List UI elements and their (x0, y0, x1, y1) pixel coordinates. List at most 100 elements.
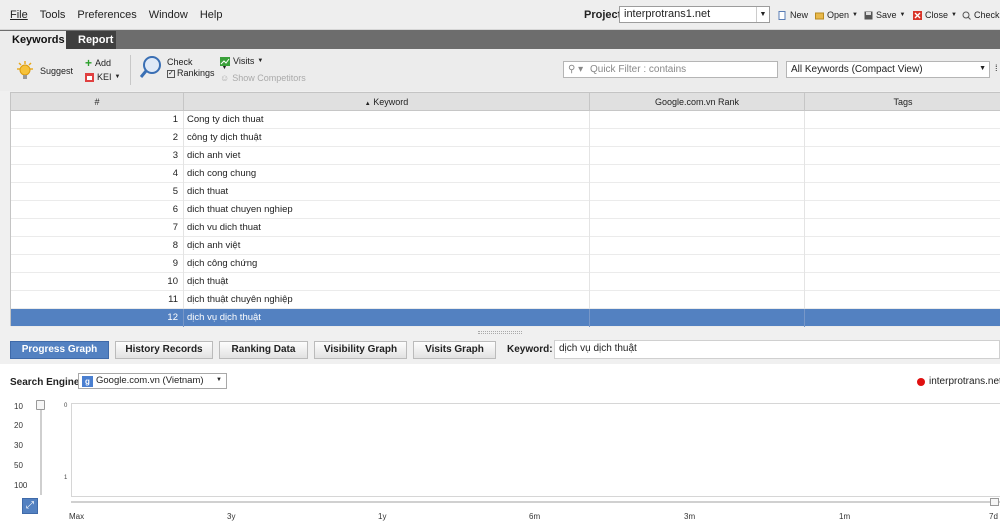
visits-button[interactable]: Visits ▼ (220, 56, 263, 66)
close-button[interactable]: Close ▼ (913, 10, 957, 20)
tab-progress-graph[interactable]: Progress Graph (10, 341, 109, 359)
cell-rank (590, 201, 805, 219)
kei-button[interactable]: KEI ▼ (85, 72, 120, 82)
time-label-1y[interactable]: 1y (378, 512, 386, 521)
time-range-slider-track[interactable] (71, 501, 1000, 503)
view-select-value: All Keywords (Compact View) (791, 64, 923, 75)
time-label-7d[interactable]: 7d (989, 512, 998, 521)
cell-number: 9 (11, 255, 184, 273)
close-icon (913, 10, 922, 20)
chevron-down-icon: ▼ (979, 65, 986, 72)
time-label-3m[interactable]: 3m (684, 512, 695, 521)
menu-tools[interactable]: Tools (40, 9, 66, 21)
check-menu-button[interactable]: Check (962, 10, 1000, 20)
new-button[interactable]: New (778, 10, 808, 20)
column-header-number[interactable]: # (11, 93, 184, 111)
fit-zoom-icon[interactable]: ⤢ (22, 498, 38, 514)
cell-number: 8 (11, 237, 184, 255)
cell-rank (590, 111, 805, 129)
table-row[interactable]: 8 dịch anh việt (11, 237, 1000, 255)
add-button[interactable]: + Add (85, 56, 111, 70)
cell-number: 7 (11, 219, 184, 237)
open-button[interactable]: Open ▼ (815, 10, 858, 20)
time-label-3y[interactable]: 3y (227, 512, 235, 521)
cell-rank (590, 309, 805, 327)
time-label-1m[interactable]: 1m (839, 512, 850, 521)
time-label-max[interactable]: Max (69, 512, 84, 521)
chevron-down-icon: ▼ (257, 58, 264, 64)
table-row[interactable]: 3 dich anh viet (11, 147, 1000, 165)
cell-rank (590, 165, 805, 183)
project-select[interactable]: interprotrans1.net ▼ (619, 6, 770, 23)
cell-number: 10 (11, 273, 184, 291)
table-row[interactable]: 9 dịch công chứng (11, 255, 1000, 273)
tab-visibility-graph[interactable]: Visibility Graph (314, 341, 407, 359)
keywords-table: # ▲ Keyword Google.com.vn Rank Tags 1 Con… (10, 92, 1000, 327)
cell-tags (805, 309, 1000, 327)
table-row[interactable]: 11 dịch thuật chuyên nghiệp (11, 291, 1000, 309)
check-rankings-label-1: Check (167, 57, 193, 67)
scale-slider-handle[interactable] (36, 400, 45, 410)
cell-keyword: Cong ty dich thuat (184, 111, 590, 129)
pane-splitter-handle[interactable] (478, 331, 522, 334)
quick-filter-input[interactable]: ⚲ ▾ Quick Filter : contains (563, 61, 778, 78)
table-row[interactable]: 5 dich thuat (11, 183, 1000, 201)
menu-window[interactable]: Window (149, 9, 188, 21)
settings-icon[interactable]: ⁞ (995, 63, 998, 73)
scale-level-20: 20 (14, 421, 23, 430)
chevron-down-icon: ▼ (899, 12, 906, 18)
toolbar-separator (130, 55, 131, 85)
tab-keywords[interactable]: Keywords (0, 31, 66, 49)
cell-tags (805, 129, 1000, 147)
view-select[interactable]: All Keywords (Compact View) ▼ (786, 61, 990, 78)
folder-icon (815, 12, 824, 19)
cell-number: 4 (11, 165, 184, 183)
new-document-icon (778, 10, 786, 20)
chevron-down-icon: ▼ (216, 377, 222, 383)
table-row[interactable]: 1 Cong ty dich thuat (11, 111, 1000, 129)
table-row[interactable]: 10 dịch thuật (11, 273, 1000, 291)
show-competitors-button[interactable]: ☺ Show Competitors (220, 73, 306, 83)
cell-rank (590, 147, 805, 165)
cell-number: 12 (11, 309, 184, 327)
checkbox-icon[interactable]: ✓ (167, 69, 175, 78)
table-row[interactable]: 6 dich thuat chuyen nghiep (11, 201, 1000, 219)
table-row[interactable]: 2 công ty dịch thuật (11, 129, 1000, 147)
cell-tags (805, 183, 1000, 201)
chevron-down-icon: ▼ (114, 74, 121, 80)
check-rankings-label-2: Rankings (177, 68, 215, 78)
menu-preferences[interactable]: Preferences (77, 9, 136, 21)
scale-level-30: 30 (14, 441, 23, 450)
cell-keyword: dịch thuật chuyên nghiệp (184, 291, 590, 309)
cell-keyword: dich cong chung (184, 165, 590, 183)
column-header-keyword-label: Keyword (373, 97, 409, 107)
check-rankings-button[interactable]: Check ✓ Rankings ▼ (140, 55, 227, 81)
time-range-slider-handle[interactable] (990, 498, 999, 506)
save-button[interactable]: Save ▼ (864, 10, 905, 20)
search-engine-select[interactable]: g Google.com.vn (Vietnam) ▼ (78, 373, 227, 389)
tab-visits-graph[interactable]: Visits Graph (413, 341, 496, 359)
cell-rank (590, 291, 805, 309)
legend-dot-icon (917, 377, 925, 386)
column-header-keyword[interactable]: ▲ Keyword (184, 93, 590, 111)
cell-keyword: dich thuat chuyen nghiep (184, 201, 590, 219)
check-menu-label: Check (974, 10, 1000, 20)
table-row[interactable]: 4 dich cong chung (11, 165, 1000, 183)
tab-ranking-data[interactable]: Ranking Data (219, 341, 308, 359)
suggest-button[interactable]: Suggest (14, 60, 73, 82)
menu-help[interactable]: Help (200, 9, 223, 21)
tab-history-records[interactable]: History Records (115, 341, 213, 359)
table-row[interactable]: 7 dich vu dich thuat (11, 219, 1000, 237)
show-competitors-label: Show Competitors (232, 73, 306, 83)
column-header-rank[interactable]: Google.com.vn Rank (590, 93, 805, 111)
column-header-tags[interactable]: Tags (805, 93, 1000, 111)
check-icon (962, 11, 971, 20)
competitors-icon: ☺ (220, 73, 230, 83)
tab-report[interactable]: Report (66, 31, 116, 49)
scale-slider-track[interactable] (40, 405, 42, 495)
time-label-6m[interactable]: 6m (529, 512, 540, 521)
table-row[interactable]: 12 dịch vụ dịch thuật (11, 309, 1000, 327)
search-engine-label: Search Engine: (10, 377, 83, 388)
menu-file[interactable]: File (10, 9, 28, 21)
save-button-label: Save (876, 10, 897, 20)
